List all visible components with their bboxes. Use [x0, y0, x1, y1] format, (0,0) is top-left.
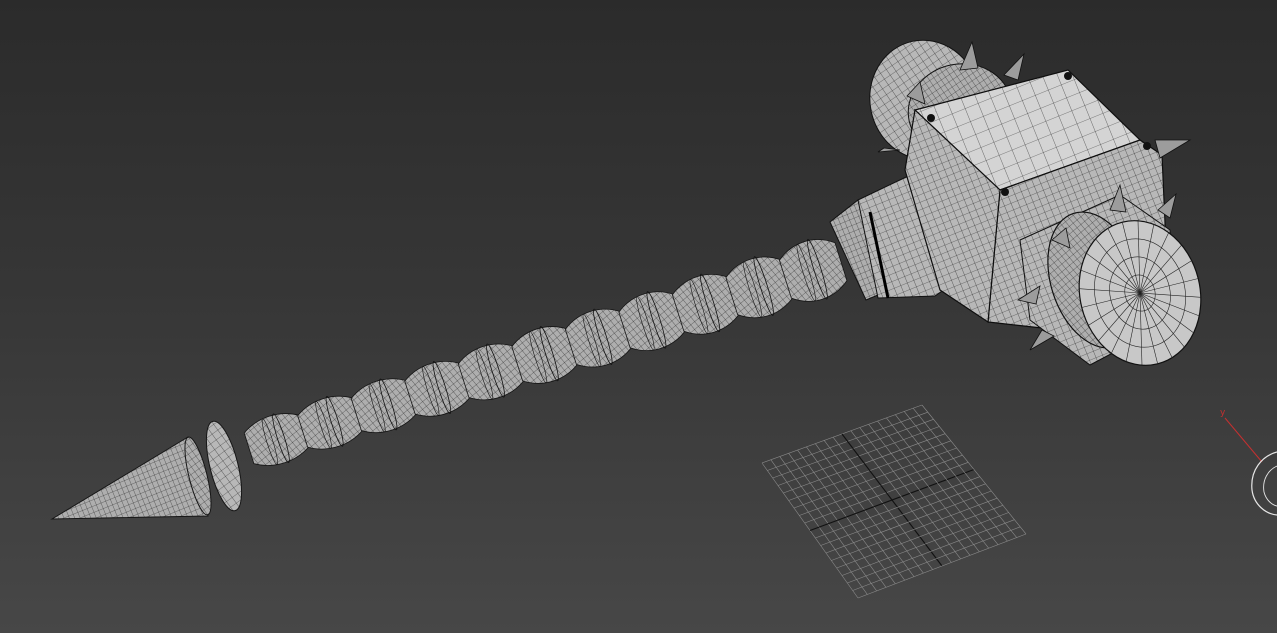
- rivet: [1001, 188, 1009, 196]
- grid-line: [836, 505, 1003, 569]
- grid-line: [825, 490, 992, 554]
- grid-line: [815, 476, 980, 539]
- grid-line: [820, 483, 986, 546]
- 3d-viewport[interactable]: y: [0, 0, 1277, 633]
- rivet: [1064, 72, 1072, 80]
- grid-line: [841, 512, 1009, 576]
- hammer-mesh[interactable]: [50, 30, 1216, 520]
- grid-axis-line: [809, 468, 975, 532]
- gizmo-sphere-inner: [1263, 465, 1277, 507]
- grid-line: [831, 497, 998, 561]
- hammer-handle[interactable]: [241, 232, 850, 473]
- grid-line: [857, 533, 1027, 599]
- viewport-scene[interactable]: y: [0, 0, 1277, 633]
- grid-line: [847, 519, 1015, 584]
- gizmo-y-axis-label: y: [1220, 408, 1226, 418]
- rivet: [1143, 142, 1151, 150]
- rivet: [927, 114, 935, 122]
- gizmo-sphere-outline: [1251, 451, 1277, 516]
- view-cube-gizmo[interactable]: y: [1220, 408, 1277, 516]
- grid-line: [852, 526, 1021, 591]
- home-grid[interactable]: [761, 404, 1027, 599]
